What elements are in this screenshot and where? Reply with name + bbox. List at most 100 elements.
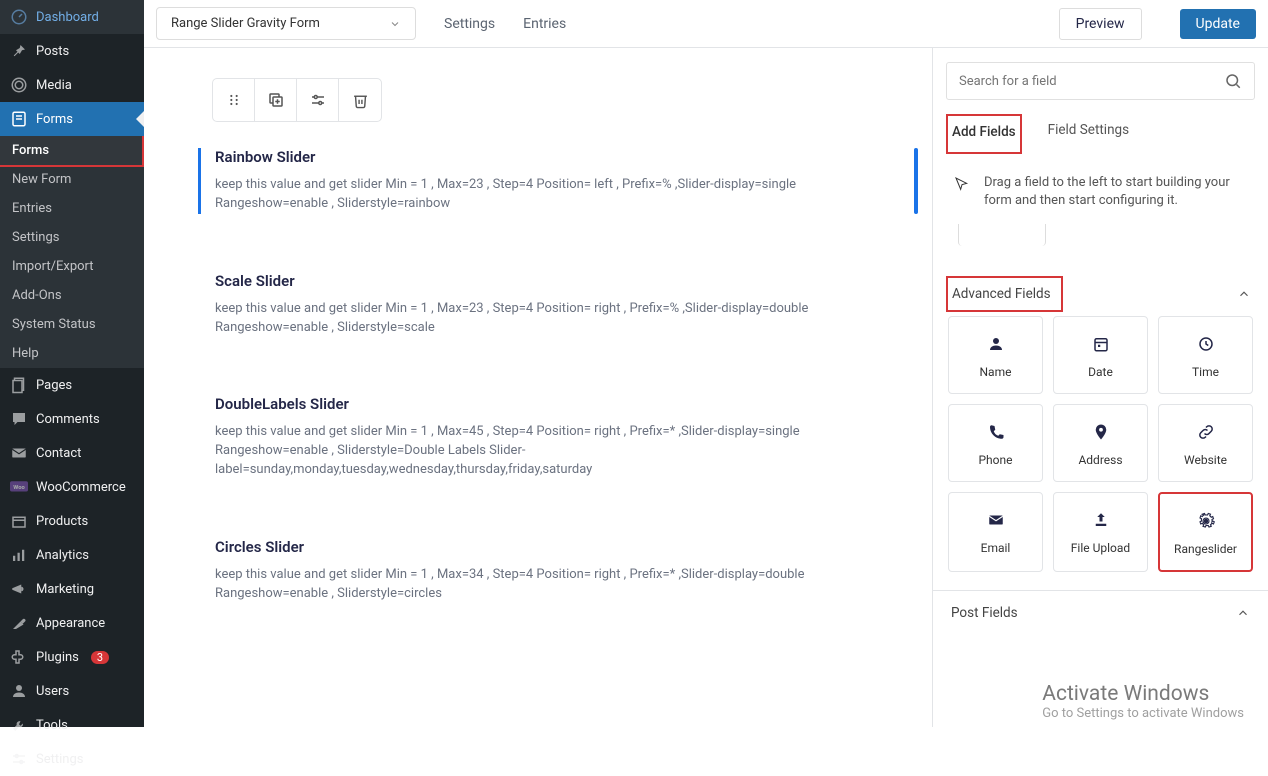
sidebar-item-plugins[interactable]: Plugins3 xyxy=(0,640,144,674)
sidebar-subitem-entries[interactable]: Entries xyxy=(0,194,144,223)
upload-icon xyxy=(1092,511,1110,529)
search-input[interactable] xyxy=(959,74,1224,89)
field-block[interactable]: Rainbow Slider keep this value and get sl… xyxy=(198,148,898,214)
sidebar-item-settings[interactable]: Settings xyxy=(0,742,144,776)
sidebar-subitem-import-export[interactable]: Import/Export xyxy=(0,252,144,281)
sidebar-item-analytics[interactable]: Analytics xyxy=(0,538,144,572)
form-selector[interactable]: Range Slider Gravity Form xyxy=(156,7,416,40)
field-card-label: Email xyxy=(981,541,1011,555)
date-icon xyxy=(1092,335,1110,353)
forms-icon xyxy=(10,110,28,128)
gear-icon xyxy=(1197,512,1215,530)
field-title: Scale Slider xyxy=(215,272,898,290)
sidebar-item-pages[interactable]: Pages xyxy=(0,368,144,402)
field-card-time[interactable]: Time xyxy=(1158,316,1253,394)
field-title: Rainbow Slider xyxy=(215,148,898,166)
fields-list: Rainbow Slider keep this value and get sl… xyxy=(212,148,912,604)
sidebar-subitem-help[interactable]: Help xyxy=(0,339,144,368)
sidebar-item-tools[interactable]: Tools xyxy=(0,708,144,742)
delete-icon[interactable] xyxy=(339,79,381,121)
sidebar-item-media[interactable]: Media xyxy=(0,68,144,102)
sidebar-subitem-add-ons[interactable]: Add-Ons xyxy=(0,281,144,310)
mail-icon xyxy=(10,444,28,462)
sidebar-submenu: FormsNew FormEntriesSettingsImport/Expor… xyxy=(0,136,144,368)
marketing-icon xyxy=(10,580,28,598)
chevron-up-icon xyxy=(1236,606,1250,620)
tools-icon xyxy=(10,716,28,734)
sidebar-subitem-forms[interactable]: Forms xyxy=(0,134,144,167)
field-card-label: Time xyxy=(1192,365,1219,379)
field-card-label: Date xyxy=(1088,365,1113,379)
appearance-icon xyxy=(10,614,28,632)
woo-icon: Woo xyxy=(10,478,28,496)
field-card-label: Website xyxy=(1184,453,1227,467)
field-description: keep this value and get slider Min = 1 ,… xyxy=(215,300,835,338)
form-editor: Rainbow Slider keep this value and get sl… xyxy=(144,48,932,727)
field-card-phone[interactable]: Phone xyxy=(948,404,1043,482)
field-card-date[interactable]: Date xyxy=(1053,316,1148,394)
duplicate-icon[interactable] xyxy=(255,79,297,121)
address-icon xyxy=(1092,423,1110,441)
sidebar-subitem-system-status[interactable]: System Status xyxy=(0,310,144,339)
dashboard-icon xyxy=(10,8,28,26)
time-icon xyxy=(1197,335,1215,353)
form-name-label: Range Slider Gravity Form xyxy=(171,16,320,31)
pages-icon xyxy=(10,376,28,394)
sidebar-item-users[interactable]: Users xyxy=(0,674,144,708)
drag-handle-icon[interactable] xyxy=(213,79,255,121)
chevron-down-icon xyxy=(389,18,401,30)
sidebar-subitem-new-form[interactable]: New Form xyxy=(0,165,144,194)
field-block[interactable]: Circles Slider keep this value and get sl… xyxy=(198,538,898,604)
update-button[interactable]: Update xyxy=(1180,9,1256,39)
preview-button[interactable]: Preview xyxy=(1059,8,1142,40)
field-card-name[interactable]: Name xyxy=(948,316,1043,394)
cursor-icon xyxy=(954,176,970,192)
entries-link[interactable]: Entries xyxy=(523,16,566,32)
topbar: Range Slider Gravity Form Settings Entri… xyxy=(144,0,1268,48)
main-area: Range Slider Gravity Form Settings Entri… xyxy=(144,0,1268,727)
sidebar-item-contact[interactable]: Contact xyxy=(0,436,144,470)
tab-field-settings[interactable]: Field Settings xyxy=(1044,116,1133,154)
drag-hint: Drag a field to the left to start buildi… xyxy=(946,154,1255,224)
field-toolbar xyxy=(212,78,382,122)
field-description: keep this value and get slider Min = 1 ,… xyxy=(215,176,835,214)
sidebar-item-woocommerce[interactable]: WooWooCommerce xyxy=(0,470,144,504)
sidebar-item-forms[interactable]: Forms xyxy=(0,102,144,136)
advanced-fields-header[interactable]: Advanced Fields xyxy=(946,276,1255,316)
field-block[interactable]: DoubleLabels Sliderkeep this value and g… xyxy=(198,395,898,480)
field-description: keep this value and get slider Min = 1 ,… xyxy=(215,423,835,480)
field-card-email[interactable]: Email xyxy=(948,492,1043,572)
sidebar-item-appearance[interactable]: Appearance xyxy=(0,606,144,640)
sidebar-item-products[interactable]: Products xyxy=(0,504,144,538)
sidebar-item-posts[interactable]: Posts xyxy=(0,34,144,68)
tab-add-fields[interactable]: Add Fields xyxy=(946,114,1022,154)
media-icon xyxy=(10,76,28,94)
field-card-website[interactable]: Website xyxy=(1158,404,1253,482)
panel-tabs: Add Fields Field Settings xyxy=(946,116,1255,154)
person-icon xyxy=(987,335,1005,353)
field-grid: Name Date Time PhoneAddress Website Email File… xyxy=(946,316,1255,586)
plugins-icon xyxy=(10,648,28,666)
field-card-file-upload[interactable]: File Upload xyxy=(1053,492,1148,572)
field-card-rangeslider[interactable]: Rangeslider xyxy=(1158,492,1253,572)
field-card-label: Rangeslider xyxy=(1174,542,1237,556)
settings-link[interactable]: Settings xyxy=(444,16,495,32)
sidebar-item-dashboard[interactable]: Dashboard xyxy=(0,0,144,34)
products-icon xyxy=(10,512,28,530)
sidebar-subitem-settings[interactable]: Settings xyxy=(0,223,144,252)
field-card-address[interactable]: Address xyxy=(1053,404,1148,482)
post-fields-header[interactable]: Post Fields xyxy=(933,590,1268,635)
settings-slider-icon[interactable] xyxy=(297,79,339,121)
sidebar-item-marketing[interactable]: Marketing xyxy=(0,572,144,606)
field-title: Circles Slider xyxy=(215,538,898,556)
field-block[interactable]: Scale Slider keep this value and get slid… xyxy=(198,272,898,338)
group-title-label: Advanced Fields xyxy=(946,276,1063,312)
field-description: keep this value and get slider Min = 1 ,… xyxy=(215,566,835,604)
users-icon xyxy=(10,682,28,700)
field-search[interactable] xyxy=(946,62,1255,100)
analytics-icon xyxy=(10,546,28,564)
pin-icon xyxy=(10,42,28,60)
settings-icon xyxy=(10,750,28,768)
sidebar-item-comments[interactable]: Comments xyxy=(0,402,144,436)
content-row: Rainbow Slider keep this value and get sl… xyxy=(144,48,1268,727)
